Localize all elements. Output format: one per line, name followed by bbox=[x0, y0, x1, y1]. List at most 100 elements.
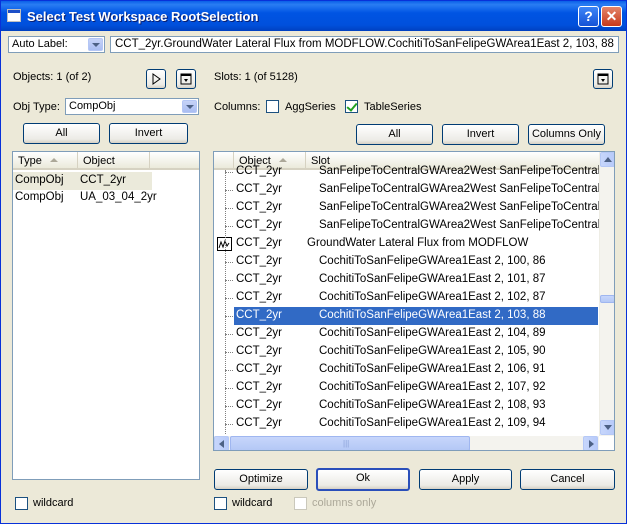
scroll-down-icon[interactable] bbox=[600, 420, 614, 435]
row-object: CCT_2yr bbox=[80, 174, 127, 186]
table-row[interactable]: CCT_2yr CochitiToSanFelipeGWArea1East 2, … bbox=[214, 343, 599, 361]
slots-vertical-scrollbar[interactable] bbox=[599, 152, 614, 436]
slot-options-button[interactable] bbox=[593, 69, 613, 89]
row-object: CCT_2yr bbox=[236, 165, 283, 177]
obj-type-value: CompObj bbox=[69, 100, 116, 112]
window-icon bbox=[7, 9, 21, 22]
table-row[interactable]: CCT_2yr CochitiToSanFelipeGWArea1East 2, … bbox=[214, 271, 599, 289]
row-slot: CochitiToSanFelipeGWArea1East 2, 103, 88 bbox=[319, 309, 546, 321]
window-options-icon bbox=[597, 73, 609, 85]
table-row[interactable]: CCT_2yr CochitiToSanFelipeGWArea1East 2, … bbox=[214, 379, 599, 397]
object-options-button[interactable] bbox=[176, 69, 196, 89]
slots-all-button[interactable]: All bbox=[356, 124, 433, 145]
tree-connector bbox=[225, 262, 233, 263]
row-object: CCT_2yr bbox=[236, 381, 283, 393]
objects-col-object[interactable]: Object bbox=[78, 152, 150, 170]
label-mode-value: Auto Label: bbox=[12, 38, 68, 50]
scroll-up-icon[interactable] bbox=[600, 152, 614, 167]
table-row[interactable]: CCT_2yr CochitiToSanFelipeGWArea1East 2, … bbox=[214, 253, 599, 271]
tree-connector bbox=[225, 406, 233, 407]
row-slot: SanFelipeToCentralGWArea2West SanFelipeT… bbox=[319, 201, 615, 213]
apply-button[interactable]: Apply bbox=[419, 469, 512, 490]
objects-list[interactable]: Type Object CompObj CCT_2yr CompObj UA_0… bbox=[12, 151, 200, 480]
objects-wildcard-label: wildcard bbox=[33, 497, 74, 509]
table-row[interactable]: CCT_2yr CochitiToSanFelipeGWArea1East 2, … bbox=[214, 289, 599, 307]
row-slot: CochitiToSanFelipeGWArea1East 2, 109, 94 bbox=[319, 417, 546, 429]
sort-up-icon bbox=[278, 158, 287, 162]
row-slot: SanFelipeToCentralGWArea2West SanFelipeT… bbox=[319, 219, 615, 231]
columns-only-button[interactable]: Columns Only bbox=[528, 124, 605, 145]
play-icon bbox=[152, 73, 161, 85]
objects-col-filler bbox=[150, 152, 199, 170]
scroll-right-icon[interactable] bbox=[583, 436, 598, 450]
help-button[interactable]: ? bbox=[578, 6, 599, 27]
aggseries-checkbox[interactable] bbox=[266, 100, 279, 113]
chevron-down-icon[interactable] bbox=[88, 38, 103, 51]
row-slot: CochitiToSanFelipeGWArea1East 2, 104, 89 bbox=[319, 327, 546, 339]
tree-connector bbox=[225, 316, 233, 317]
row-slot: CochitiToSanFelipeGWArea1East 2, 108, 93 bbox=[319, 399, 546, 411]
tree-guide-line bbox=[225, 170, 226, 434]
row-slot: SanFelipeToCentralGWArea2West SanFelipeT… bbox=[319, 183, 615, 195]
objects-wildcard-checkbox[interactable] bbox=[15, 497, 28, 510]
row-type: CompObj bbox=[15, 191, 64, 203]
table-row[interactable]: CCT_2yr SanFelipeToCentralGWArea2West San… bbox=[214, 181, 614, 199]
scroll-left-icon[interactable] bbox=[214, 436, 229, 450]
tree-connector bbox=[225, 424, 233, 425]
row-object: UA_03_04_2yr bbox=[80, 191, 157, 203]
chevron-down-icon[interactable] bbox=[182, 100, 197, 113]
table-row[interactable]: CCT_2yr CochitiToSanFelipeGWArea1East 2, … bbox=[214, 325, 599, 343]
table-row[interactable]: CCT_2yr CochitiToSanFelipeGWArea1East 2, … bbox=[214, 397, 599, 415]
table-row[interactable]: CCT_2yr SanFelipeToCentralGWArea2West San… bbox=[214, 163, 614, 181]
table-row[interactable]: CCT_2yr CochitiToSanFelipeGWArea1East 2, … bbox=[214, 307, 599, 325]
row-slot: CochitiToSanFelipeGWArea1East 2, 105, 90 bbox=[319, 345, 546, 357]
objects-all-button[interactable]: All bbox=[23, 123, 100, 144]
tree-parent-row[interactable]: CCT_2yr GroundWater Lateral Flux from MOD… bbox=[214, 235, 599, 253]
row-slot: CochitiToSanFelipeGWArea1East 2, 101, 87 bbox=[319, 273, 546, 285]
slots-list[interactable]: Object Slot CCT_2yr SanFelipeToCentralGWA… bbox=[213, 151, 615, 451]
window-title: Select Test Workspace RootSelection bbox=[27, 9, 259, 24]
tree-connector bbox=[225, 334, 233, 335]
objects-col-type[interactable]: Type bbox=[13, 152, 78, 170]
table-row[interactable]: CompObj CCT_2yr bbox=[13, 172, 199, 190]
cancel-button[interactable]: Cancel bbox=[520, 469, 615, 490]
table-row[interactable]: CompObj UA_03_04_2yr bbox=[13, 189, 199, 207]
optimize-button[interactable]: Optimize bbox=[214, 469, 308, 490]
row-object: CCT_2yr bbox=[236, 201, 283, 213]
table-row[interactable]: CCT_2yr SanFelipeToCentralGWArea2West San… bbox=[214, 217, 614, 235]
sort-up-icon bbox=[49, 158, 58, 162]
table-row[interactable]: CCT_2yr SanFelipeToCentralGWArea2West San… bbox=[214, 199, 614, 217]
window-options-icon bbox=[180, 73, 192, 85]
tableseries-label: TableSeries bbox=[364, 101, 422, 113]
label-mode-dropdown[interactable]: Auto Label: bbox=[8, 36, 105, 53]
close-button[interactable]: ✕ bbox=[601, 6, 622, 27]
slots-invert-button[interactable]: Invert bbox=[442, 124, 519, 145]
tree-connector bbox=[225, 226, 233, 227]
objects-count-label: Objects: 1 (of 2) bbox=[13, 71, 92, 83]
row-object: CCT_2yr bbox=[236, 255, 283, 267]
ok-button[interactable]: Ok bbox=[316, 468, 410, 491]
hscroll-thumb[interactable]: ||| bbox=[230, 436, 470, 450]
play-button[interactable] bbox=[146, 69, 166, 89]
columns-only-checkbox[interactable] bbox=[294, 497, 307, 510]
tree-connector bbox=[225, 370, 233, 371]
row-object: CCT_2yr bbox=[236, 309, 283, 321]
table-row[interactable]: CCT_2yr CochitiToSanFelipeGWArea1East 2, … bbox=[214, 415, 599, 433]
row-object: CCT_2yr bbox=[236, 327, 283, 339]
title-bar[interactable]: Select Test Workspace RootSelection ? ✕ bbox=[1, 1, 626, 31]
vscroll-thumb[interactable] bbox=[600, 295, 614, 303]
dialog-window: Select Test Workspace RootSelection ? ✕ … bbox=[0, 0, 627, 524]
row-type: CompObj bbox=[15, 174, 64, 186]
row-object: CCT_2yr bbox=[236, 219, 283, 231]
row-object: CCT_2yr bbox=[236, 399, 283, 411]
obj-type-dropdown[interactable]: CompObj bbox=[65, 98, 199, 115]
slots-horizontal-scrollbar[interactable]: ||| bbox=[214, 436, 599, 450]
label-text-field[interactable]: CCT_2yr.GroundWater Lateral Flux from MO… bbox=[110, 36, 619, 53]
objects-invert-button[interactable]: Invert bbox=[109, 123, 188, 144]
tree-connector bbox=[225, 208, 233, 209]
tableseries-checkbox[interactable] bbox=[345, 100, 358, 113]
columns-label: Columns: bbox=[214, 101, 261, 113]
row-object: CCT_2yr bbox=[236, 345, 283, 357]
table-row[interactable]: CCT_2yr CochitiToSanFelipeGWArea1East 2, … bbox=[214, 361, 599, 379]
slots-wildcard-checkbox[interactable] bbox=[214, 497, 227, 510]
